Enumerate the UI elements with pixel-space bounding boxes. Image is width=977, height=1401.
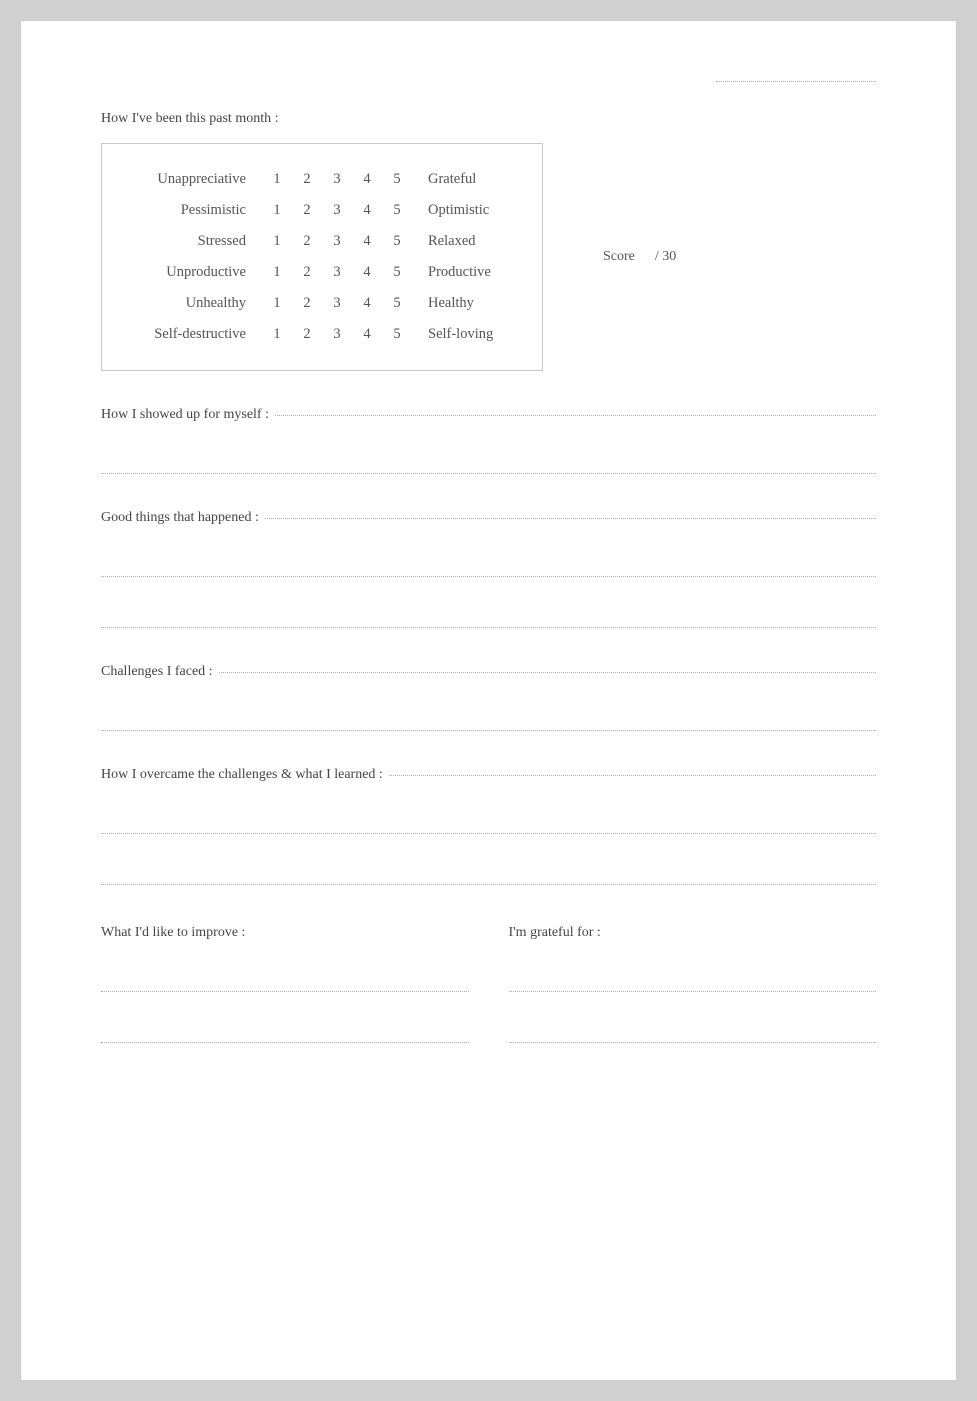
grateful-col: I'm grateful for :	[509, 925, 877, 1043]
grateful-lines	[509, 991, 877, 1043]
rating-number: 4	[352, 195, 382, 226]
showed-up-line-1	[101, 473, 876, 474]
good-things-extra-lines	[101, 576, 876, 628]
rating-number: 2	[292, 257, 322, 288]
rating-row: Unappreciative12345Grateful	[132, 164, 512, 195]
challenges-label-row: Challenges I faced :	[101, 664, 876, 680]
rating-number: 4	[352, 226, 382, 257]
good-things-line-2	[101, 627, 876, 628]
score-row: Score / 30	[603, 249, 676, 265]
rating-left-label: Unproductive	[132, 257, 262, 288]
rating-number: 5	[382, 195, 412, 226]
challenges-inline-line	[219, 672, 876, 673]
good-things-line-1	[101, 576, 876, 577]
rating-table: Unappreciative12345GratefulPessimistic12…	[132, 164, 512, 350]
rating-number: 4	[352, 257, 382, 288]
rating-number: 2	[292, 319, 322, 350]
rating-left-label: Unappreciative	[132, 164, 262, 195]
rating-number: 3	[322, 164, 352, 195]
challenges-extra-lines	[101, 730, 876, 731]
rating-number: 1	[262, 319, 292, 350]
rating-number: 5	[382, 226, 412, 257]
improve-lines	[101, 991, 469, 1043]
rating-number: 3	[322, 288, 352, 319]
rating-right-label: Relaxed	[412, 226, 512, 257]
rating-number: 2	[292, 288, 322, 319]
month-section: How I've been this past month : Unapprec…	[101, 111, 876, 371]
improve-col: What I'd like to improve :	[101, 925, 469, 1043]
rating-right-label: Self-loving	[412, 319, 512, 350]
rating-number: 4	[352, 288, 382, 319]
rating-number: 1	[262, 195, 292, 226]
rating-number: 3	[322, 195, 352, 226]
rating-left-label: Unhealthy	[132, 288, 262, 319]
rating-row: Pessimistic12345Optimistic	[132, 195, 512, 226]
good-things-section: Good things that happened :	[101, 510, 876, 628]
rating-left-label: Pessimistic	[132, 195, 262, 226]
good-things-label-row: Good things that happened :	[101, 510, 876, 526]
rating-number: 3	[322, 319, 352, 350]
rating-number: 1	[262, 288, 292, 319]
challenges-section: Challenges I faced :	[101, 664, 876, 731]
rating-table-wrapper: Unappreciative12345GratefulPessimistic12…	[101, 143, 543, 371]
rating-number: 1	[262, 226, 292, 257]
rating-number: 1	[262, 164, 292, 195]
showed-up-section: How I showed up for myself :	[101, 407, 876, 474]
overcame-section: How I overcame the challenges & what I l…	[101, 767, 876, 885]
rating-number: 5	[382, 164, 412, 195]
rating-number: 5	[382, 288, 412, 319]
rating-row: Stressed12345Relaxed	[132, 226, 512, 257]
month-content: Unappreciative12345GratefulPessimistic12…	[101, 143, 876, 371]
overcame-line-1	[101, 833, 876, 834]
rating-number: 3	[322, 257, 352, 288]
rating-right-label: Healthy	[412, 288, 512, 319]
rating-number: 3	[322, 226, 352, 257]
overcame-label: How I overcame the challenges & what I l…	[101, 767, 383, 783]
grateful-line-1	[509, 991, 877, 992]
rating-number: 2	[292, 195, 322, 226]
score-area: Score / 30	[603, 249, 676, 265]
grateful-label: I'm grateful for :	[509, 925, 877, 941]
rating-row: Unproductive12345Productive	[132, 257, 512, 288]
rating-left-label: Stressed	[132, 226, 262, 257]
rating-right-label: Grateful	[412, 164, 512, 195]
top-decorative-line	[716, 81, 876, 82]
overcame-inline-line	[389, 775, 876, 776]
overcame-extra-lines	[101, 833, 876, 885]
overcame-label-row: How I overcame the challenges & what I l…	[101, 767, 876, 783]
good-things-label: Good things that happened :	[101, 510, 259, 526]
two-col-section: What I'd like to improve : I'm grateful …	[101, 925, 876, 1043]
rating-number: 5	[382, 257, 412, 288]
overcame-line-2	[101, 884, 876, 885]
rating-number: 4	[352, 164, 382, 195]
grateful-line-2	[509, 1042, 877, 1043]
score-label: Score	[603, 249, 635, 265]
challenges-line-1	[101, 730, 876, 731]
rating-row: Unhealthy12345Healthy	[132, 288, 512, 319]
improve-line-1	[101, 991, 469, 992]
challenges-label: Challenges I faced :	[101, 664, 213, 680]
improve-label: What I'd like to improve :	[101, 925, 469, 941]
journal-page: How I've been this past month : Unapprec…	[20, 20, 957, 1381]
rating-number: 1	[262, 257, 292, 288]
showed-up-extra-lines	[101, 473, 876, 474]
month-label: How I've been this past month :	[101, 111, 876, 127]
rating-left-label: Self-destructive	[132, 319, 262, 350]
showed-up-label-row: How I showed up for myself :	[101, 407, 876, 423]
showed-up-inline-line	[275, 415, 876, 416]
rating-number: 4	[352, 319, 382, 350]
rating-right-label: Productive	[412, 257, 512, 288]
improve-line-2	[101, 1042, 469, 1043]
rating-right-label: Optimistic	[412, 195, 512, 226]
rating-number: 2	[292, 164, 322, 195]
rating-number: 5	[382, 319, 412, 350]
score-value: / 30	[655, 249, 676, 265]
showed-up-label: How I showed up for myself :	[101, 407, 269, 423]
good-things-inline-line	[265, 518, 876, 519]
rating-row: Self-destructive12345Self-loving	[132, 319, 512, 350]
rating-number: 2	[292, 226, 322, 257]
